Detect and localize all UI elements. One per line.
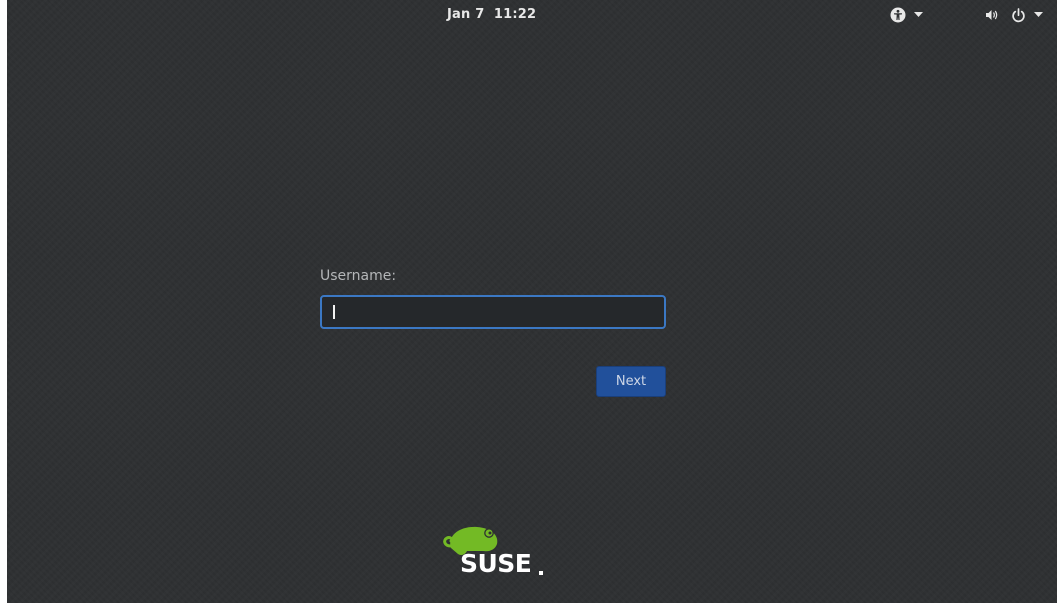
system-menu[interactable] — [985, 5, 1043, 25]
volume-icon — [985, 8, 999, 22]
chevron-down-icon — [914, 12, 923, 18]
top-bar: Jan 7 11:22 — [7, 0, 1057, 30]
logo-dot — [539, 571, 543, 575]
accessibility-icon — [890, 7, 906, 23]
next-button[interactable]: Next — [596, 366, 666, 397]
clock[interactable]: Jan 7 11:22 — [447, 7, 536, 22]
chevron-down-icon — [1034, 12, 1043, 18]
suse-logo: SUSE — [437, 522, 547, 582]
username-input[interactable] — [320, 295, 666, 329]
suse-wordmark: SUSE — [460, 549, 532, 578]
username-label: Username: — [320, 268, 397, 284]
login-screen: Jan 7 11:22 Username: Next SUSE — [7, 0, 1057, 603]
power-icon — [1011, 7, 1026, 23]
accessibility-menu[interactable] — [890, 5, 923, 25]
text-cursor — [333, 305, 335, 319]
